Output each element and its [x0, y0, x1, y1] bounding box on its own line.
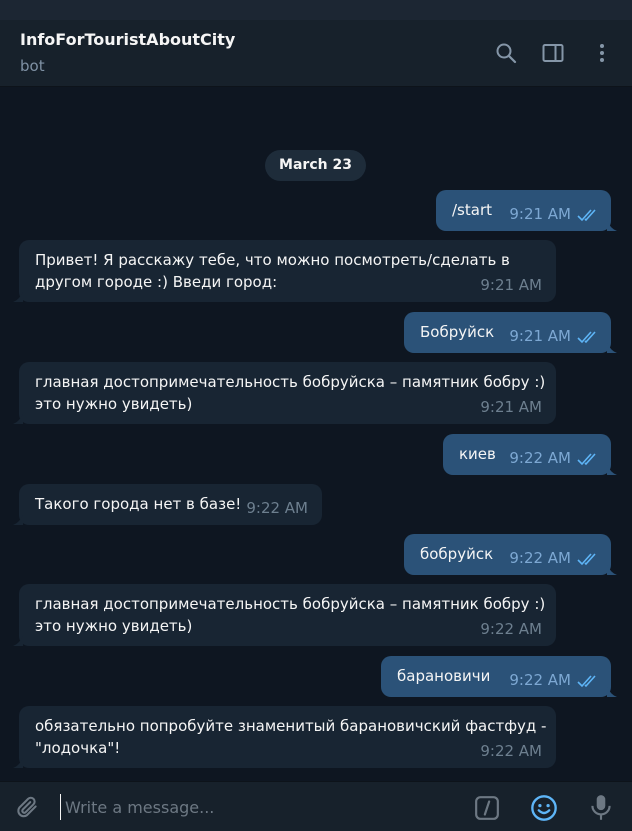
message-time: 9:22 AM — [509, 449, 571, 467]
message-line: это нужно увидеть) — [35, 617, 193, 635]
message-outgoing[interactable]: бобруйск 9:22 AM — [404, 534, 617, 575]
message-line: это нужно увидеть) — [35, 395, 193, 413]
message-line: Привет! Я расскажу тебе, что можно посмо… — [35, 251, 510, 269]
message-line: главная достопримечательность бобруйска … — [35, 595, 546, 613]
read-ticks-icon — [577, 675, 596, 688]
message-incoming[interactable]: Привет! Я расскажу тебе, что можно посмо… — [13, 240, 556, 302]
message-incoming[interactable]: главная достопримечательность бобруйска … — [13, 362, 556, 424]
chat-subtitle: bot — [20, 57, 45, 75]
message-text: Такого города нет в базе! — [35, 495, 242, 513]
message-time: 9:21 AM — [480, 398, 542, 416]
bubble-tail — [13, 758, 23, 768]
sidebar-toggle-icon[interactable] — [541, 41, 565, 65]
message-text: главная достопримечательность бобруйска … — [35, 593, 545, 637]
bubble-tail — [13, 292, 23, 302]
message-time: 9:21 AM — [509, 327, 571, 345]
message-incoming[interactable]: Такого города нет в базе! 9:22 AM — [13, 484, 322, 525]
message-line: "лодочка"! — [35, 739, 121, 757]
message-incoming[interactable]: главная достопримечательность бобруйска … — [13, 584, 556, 646]
bubble-tail — [607, 687, 617, 697]
message-text: Привет! Я расскажу тебе, что можно посмо… — [35, 249, 510, 293]
message-text: обязательно попробуйте знаменитый барано… — [35, 715, 546, 759]
search-icon[interactable] — [494, 41, 518, 65]
bubble-tail — [607, 343, 617, 353]
bubble-tail — [13, 636, 23, 646]
message-line: главная достопримечательность бобруйска … — [35, 373, 546, 391]
message-time: 9:22 AM — [246, 499, 308, 517]
message-time: 9:22 AM — [509, 671, 571, 689]
bubble-tail — [607, 221, 617, 231]
chat-header: InfoForTouristAboutCity bot — [0, 20, 632, 87]
message-incoming[interactable]: обязательно попробуйте знаменитый барано… — [13, 706, 556, 768]
message-time: 9:22 AM — [480, 742, 542, 760]
message-time: 9:22 AM — [509, 549, 571, 567]
message-time: 9:21 AM — [509, 205, 571, 223]
message-text: Бобруйск — [420, 323, 495, 341]
bubble-tail — [607, 565, 617, 575]
bot-commands-icon[interactable] — [474, 795, 500, 821]
message-outgoing[interactable]: /start 9:21 AM — [436, 190, 617, 231]
message-input[interactable] — [60, 794, 447, 820]
message-text: бобруйск — [420, 545, 494, 563]
read-ticks-icon — [577, 453, 596, 466]
more-options-icon[interactable] — [590, 41, 614, 65]
bubble-tail — [607, 465, 617, 475]
message-text: главная достопримечательность бобруйска … — [35, 371, 545, 415]
message-time: 9:21 AM — [480, 276, 542, 294]
message-text: /start — [452, 201, 492, 219]
bubble-tail — [13, 515, 23, 525]
message-time: 9:22 AM — [480, 620, 542, 638]
message-text: киев — [459, 445, 496, 463]
chat-title[interactable]: InfoForTouristAboutCity — [20, 30, 235, 49]
message-outgoing[interactable]: киев 9:22 AM — [443, 434, 617, 475]
window-top-strip — [0, 0, 632, 20]
date-separator: March 23 — [265, 150, 366, 181]
read-ticks-icon — [577, 209, 596, 222]
message-composer — [0, 781, 632, 831]
read-ticks-icon — [577, 553, 596, 566]
message-line: обязательно попробуйте знаменитый барано… — [35, 717, 547, 735]
message-outgoing[interactable]: Бобруйск 9:21 AM — [404, 312, 617, 353]
bubble-tail — [13, 414, 23, 424]
message-text: барановичи — [397, 667, 491, 685]
message-outgoing[interactable]: барановичи 9:22 AM — [381, 656, 617, 697]
message-line: другом городе :) Введи город: — [35, 273, 278, 291]
read-ticks-icon — [577, 331, 596, 344]
emoji-icon[interactable] — [530, 794, 558, 822]
microphone-icon[interactable] — [588, 793, 614, 823]
attach-icon[interactable] — [14, 794, 40, 820]
